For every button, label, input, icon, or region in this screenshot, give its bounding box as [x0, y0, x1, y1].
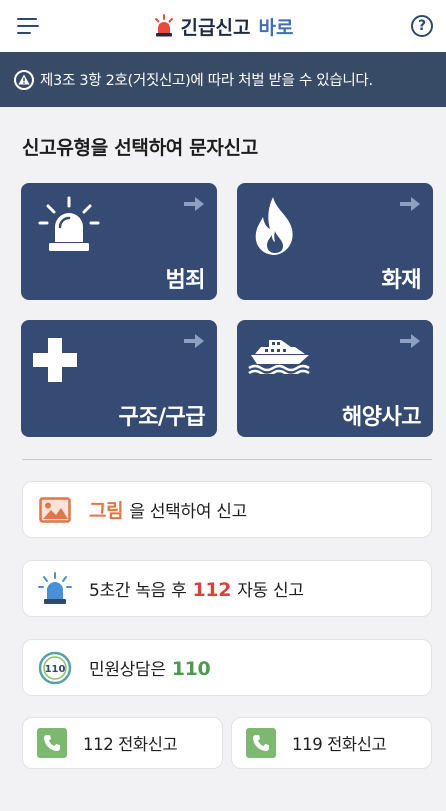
civil-prefix-text: 민원상담은: [89, 660, 166, 680]
section-title: 신고유형을 선택하여 문자신고: [22, 137, 258, 159]
arrow-right-icon: [184, 197, 204, 211]
image-option-text: 을 선택하여 신고: [129, 502, 247, 522]
record-suffix-text: 자동 신고: [237, 581, 304, 601]
ship-icon: [248, 340, 310, 374]
phone-icon: [37, 728, 67, 758]
app-title-accent: 바로: [258, 16, 294, 39]
image-highlight-text: 그림: [89, 500, 124, 522]
image-report-button[interactable]: 그림 을 선택하여 신고: [22, 481, 432, 538]
app-title: 긴급신고 바로: [0, 0, 446, 52]
record-number-text: 112: [192, 579, 232, 601]
arrow-right-icon: [184, 334, 204, 348]
call-112-label: 112 전화신고: [83, 735, 178, 754]
warning-banner: 제3조 3항 2호(거짓신고)에 따라 처벌 받을 수 있습니다.: [0, 52, 446, 107]
report-marine-tile[interactable]: 해양사고: [237, 320, 433, 437]
siren-icon: [38, 196, 100, 251]
report-type-label: 범죄: [165, 268, 206, 293]
arrow-right-icon: [400, 197, 420, 211]
report-type-label: 화재: [381, 268, 422, 293]
report-type-label: 해양사고: [342, 405, 421, 430]
call-119-button[interactable]: 119 전화신고: [231, 717, 432, 769]
report-rescue-tile[interactable]: 구조/구급: [21, 320, 217, 437]
warning-triangle-icon: [14, 69, 34, 90]
section-divider: [22, 459, 432, 460]
badge-110-icon: 110: [37, 650, 73, 686]
arrow-right-icon: [400, 334, 420, 348]
fire-icon: [255, 197, 293, 255]
call-119-label: 119 전화신고: [292, 735, 387, 754]
siren-logo-icon: [154, 14, 173, 37]
record-report-button[interactable]: 5초간 녹음 후 112 자동 신고: [22, 560, 432, 617]
badge-110-text: 110: [45, 664, 66, 675]
record-prefix-text: 5초간 녹음 후: [89, 581, 187, 601]
warning-text: 제3조 3항 2호(거짓신고)에 따라 처벌 받을 수 있습니다.: [40, 73, 373, 89]
report-type-label: 구조/구급: [118, 405, 206, 430]
top-app-bar: 긴급신고 바로 ?: [0, 0, 446, 52]
siren-icon: [37, 571, 73, 607]
civil-number-text: 110: [171, 658, 211, 680]
phone-icon: [246, 728, 276, 758]
call-112-button[interactable]: 112 전화신고: [22, 717, 223, 769]
app-title-main: 긴급신고: [180, 16, 251, 39]
medical-cross-icon: [33, 338, 77, 382]
image-icon: [37, 492, 73, 528]
report-crime-tile[interactable]: 범죄: [21, 183, 217, 300]
civil-consult-button[interactable]: 110 민원상담은 110: [22, 639, 432, 696]
help-icon[interactable]: ?: [411, 15, 433, 37]
report-fire-tile[interactable]: 화재: [237, 183, 433, 300]
